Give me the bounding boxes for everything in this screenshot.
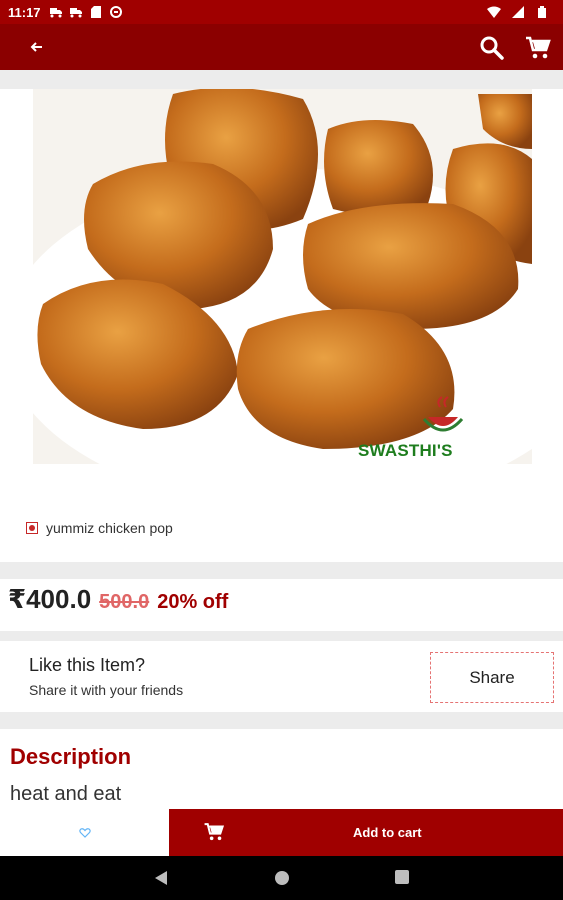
arrow-left-icon bbox=[30, 42, 42, 52]
original-price: 500.0 bbox=[99, 591, 150, 613]
description-heading: Description bbox=[10, 744, 132, 769]
nav-home-button[interactable] bbox=[274, 870, 290, 891]
nav-recents-button[interactable] bbox=[395, 870, 409, 889]
wifi-icon bbox=[487, 6, 501, 18]
image-watermark: SWASTHI'S RECIPES bbox=[358, 441, 453, 464]
heart-icon bbox=[78, 827, 91, 838]
food-photo bbox=[33, 89, 532, 464]
cart-icon bbox=[526, 36, 551, 59]
share-button[interactable]: Share bbox=[430, 652, 554, 703]
product-image: SWASTHI'S RECIPES bbox=[33, 89, 532, 464]
system-nav-bar bbox=[0, 856, 563, 900]
divider bbox=[0, 70, 563, 89]
non-veg-indicator-icon bbox=[26, 522, 38, 534]
circle-home-icon bbox=[275, 871, 289, 885]
signal-icon bbox=[511, 6, 525, 18]
share-section: Like this Item? Share it with your frien… bbox=[29, 655, 183, 698]
search-icon bbox=[480, 36, 504, 60]
wishlist-button[interactable] bbox=[0, 809, 169, 856]
price-row: ₹400.0 500.0 20% off bbox=[8, 584, 228, 615]
cart-icon bbox=[204, 823, 225, 841]
search-button[interactable] bbox=[478, 34, 506, 62]
sd-card-icon bbox=[89, 6, 103, 18]
square-recents-icon bbox=[395, 870, 409, 884]
nav-back-button[interactable] bbox=[154, 870, 168, 891]
delivery-icon bbox=[49, 6, 63, 18]
app-bar bbox=[0, 24, 563, 70]
divider bbox=[0, 562, 563, 579]
add-to-cart-label: Add to cart bbox=[353, 825, 422, 840]
cart-button[interactable] bbox=[524, 34, 552, 62]
price: ₹400.0 bbox=[8, 584, 92, 614]
share-title: Like this Item? bbox=[29, 655, 146, 675]
status-time: 11:17 bbox=[8, 4, 41, 20]
share-subtitle: Share it with your friends bbox=[29, 682, 184, 698]
bottom-action-bar: Add to cart bbox=[0, 809, 563, 856]
divider bbox=[0, 631, 563, 641]
back-button[interactable] bbox=[24, 36, 48, 58]
add-to-cart-button[interactable]: Add to cart bbox=[169, 809, 563, 856]
sync-icon bbox=[109, 6, 123, 18]
divider bbox=[0, 712, 563, 729]
status-bar: 11:17 bbox=[0, 0, 563, 24]
description-text: heat and eat bbox=[10, 783, 122, 805]
delivery-icon-2 bbox=[69, 6, 83, 18]
discount-badge: 20% off bbox=[157, 591, 229, 613]
item-name-row: yummiz chicken pop bbox=[26, 520, 173, 536]
battery-icon bbox=[535, 6, 549, 18]
item-name: yummiz chicken pop bbox=[46, 520, 173, 536]
triangle-back-icon bbox=[155, 871, 167, 885]
